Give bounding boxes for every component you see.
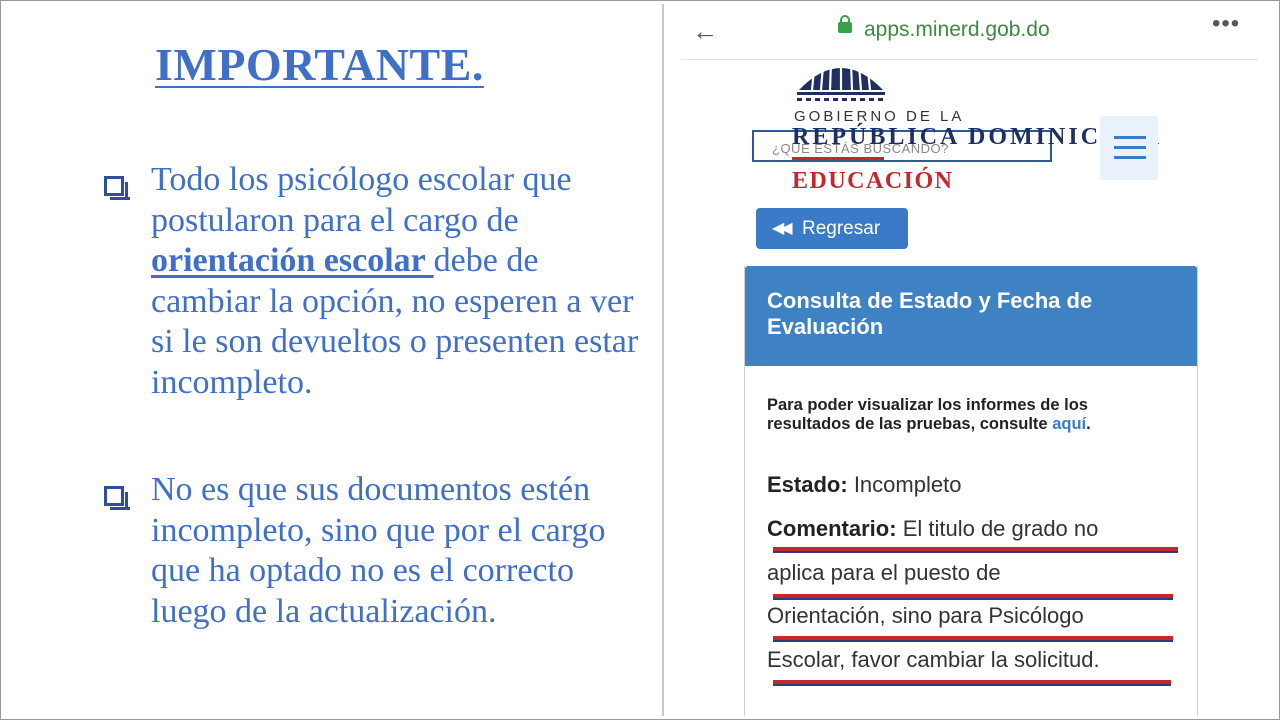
estado-value: Incompleto xyxy=(853,472,962,497)
educacion-label: EDUCACIÓN xyxy=(792,168,954,194)
underline-mark xyxy=(773,636,1173,642)
results-link[interactable]: aquí xyxy=(1052,415,1086,433)
comentario-label: Comentario: xyxy=(767,516,897,541)
browser-url-bar: ← apps.minerd.gob.do ••• xyxy=(664,4,1264,60)
bullet-1-line1: Todo los psicólogo escolar que postularo… xyxy=(151,161,572,239)
comentario-text-1: El titulo de grado no xyxy=(902,516,1099,541)
estado-label: Estado: xyxy=(767,472,848,497)
comentario-line-4: Escolar, favor cambiar la solicitud. xyxy=(767,647,1100,672)
card-title: Consulta de Estado y Fecha de Evaluación xyxy=(767,288,1093,339)
underline-mark xyxy=(773,680,1171,686)
comentario-line-3: Orientación, sino para Psicólogo xyxy=(767,603,1084,628)
lock-icon xyxy=(838,15,852,33)
comentario-line-2: aplica para el puesto de xyxy=(767,560,1001,585)
url-text[interactable]: apps.minerd.gob.do xyxy=(864,18,1050,42)
logo-red-line xyxy=(792,157,884,160)
underline-mark xyxy=(773,594,1173,600)
divider xyxy=(682,59,1258,60)
underline-mark xyxy=(773,547,1178,553)
phone-screenshot: ← apps.minerd.gob.do ••• GOBIERNO DE LA … xyxy=(662,4,1274,716)
checkbox-bullet-icon xyxy=(104,486,130,510)
gobierno-label: GOBIERNO DE LA xyxy=(794,108,965,125)
arrow-left-icon[interactable]: ← xyxy=(692,16,718,47)
info-text-body: Para poder visualizar los informes de lo… xyxy=(767,396,1088,433)
estado-row: Estado: Incompleto xyxy=(767,472,961,498)
back-button-label: Regresar xyxy=(802,218,881,239)
card-header: Consulta de Estado y Fecha de Evaluación xyxy=(745,266,1197,366)
info-text: Para poder visualizar los informes de lo… xyxy=(767,396,1091,433)
hamburger-menu-icon[interactable] xyxy=(1100,116,1158,180)
bullet-2-text: No es que sus documentos estén incomplet… xyxy=(151,471,606,630)
slide-title: IMPORTANTE. xyxy=(155,39,484,90)
status-card: Consulta de Estado y Fecha de Evaluación… xyxy=(744,266,1198,716)
government-dome-logo-icon xyxy=(797,61,885,101)
bullet-1-emphasis: orientación escolar xyxy=(151,242,434,279)
bullet-1-text: Todo los psicólogo escolar que postularo… xyxy=(151,160,651,403)
checkbox-bullet-icon xyxy=(104,176,130,200)
back-button[interactable]: ◀◀ Regresar xyxy=(756,208,908,249)
comentario-line-1: Comentario: El titulo de grado no xyxy=(767,516,1207,542)
more-dots-icon[interactable]: ••• xyxy=(1212,10,1240,38)
rewind-icon: ◀◀ xyxy=(772,220,793,237)
